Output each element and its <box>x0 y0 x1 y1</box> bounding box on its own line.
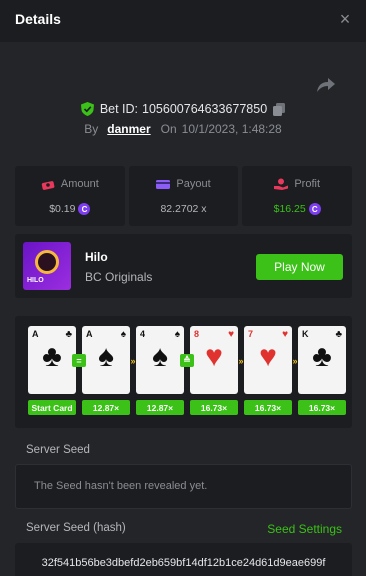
close-icon[interactable]: × <box>336 10 354 28</box>
multiplier-tag: 12.87× <box>82 400 130 415</box>
playing-card: 7 ♥ ♥ <box>244 326 292 394</box>
bet-id-value: 105600764633677850 <box>142 102 268 116</box>
game-provider: BC Originals <box>85 270 153 284</box>
card-suit-small: ♣ <box>65 329 72 340</box>
guess-skip-icon: » <box>130 355 136 366</box>
server-seed-hash-field[interactable]: 32f541b56be3dbefd2eb659bf14df12b1ce24d61… <box>15 543 352 576</box>
card-history[interactable]: A ♣ ♣ Start Card A ♠ ♠ 12.87× = 4 ♠ ♠ 12.87×» 8 ♥ ♥ 16.7… <box>15 316 352 428</box>
amount-stat: Amount $0.19 C <box>15 166 125 226</box>
seed-settings-link[interactable]: Seed Settings <box>267 522 342 536</box>
verified-shield-icon <box>80 102 94 116</box>
bet-id-line: Bet ID: 105600764633677850 <box>0 100 366 118</box>
card-suit-icon: ♠ <box>152 340 168 373</box>
on-label: On <box>160 122 177 136</box>
modal-title: Details <box>15 11 61 27</box>
server-seed-field: The Seed hasn't been revealed yet. <box>15 464 352 509</box>
profit-value: $16.25 <box>273 203 306 215</box>
multiplier-tag: 16.73× <box>190 400 238 415</box>
guess-skip-icon: » <box>292 355 298 366</box>
card-rank: A <box>86 329 93 339</box>
bet-byline: By danmer On 10/1/2023, 1:48:28 <box>0 121 366 137</box>
server-seed-hash-value: 32f541b56be3dbefd2eb659bf14df12b1ce24d61… <box>41 557 326 569</box>
card-suit-small: ♥ <box>282 329 288 340</box>
multiplier-tag: 12.87× <box>136 400 184 415</box>
thumbnail-text: HILO <box>27 277 44 284</box>
card-rank: 8 <box>194 329 200 339</box>
guess-higher-icon: ≙ <box>180 354 194 367</box>
guess-equal-icon: = <box>72 354 86 367</box>
card-rank: K <box>302 329 309 339</box>
card-suit-icon: ♥ <box>205 340 223 373</box>
bet-stats: Amount $0.19 C Payout 82.2702 x Profit $… <box>15 166 353 226</box>
payout-label: Payout <box>176 178 211 190</box>
card-rank: 7 <box>248 329 254 339</box>
card-suit-small: ♠ <box>174 329 180 340</box>
payout-stat: Payout 82.2702 x <box>128 166 239 226</box>
amount-label: Amount <box>60 178 99 190</box>
server-seed-hash-label: Server Seed (hash) <box>26 522 126 534</box>
share-icon[interactable] <box>316 76 336 94</box>
coin-icon: C <box>78 203 91 215</box>
amount-value: $0.19 <box>49 203 76 215</box>
coin-icon: C <box>308 203 321 215</box>
card-suit-small: ♥ <box>228 329 234 340</box>
card-rank: A <box>32 329 39 339</box>
multiplier-tag: 16.73× <box>298 400 346 415</box>
card-rank: 4 <box>140 329 146 339</box>
playing-card: A ♣ ♣ <box>28 326 76 394</box>
copy-icon[interactable] <box>273 102 286 116</box>
game-card: HILO Hilo BC Originals Play Now <box>15 234 352 298</box>
start-card-tag: Start Card <box>28 400 76 415</box>
playing-card: 8 ♥ ♥ <box>190 326 238 394</box>
card-suit-small: ♣ <box>335 329 342 340</box>
card-suit-icon: ♣ <box>312 340 332 373</box>
by-label: By <box>84 122 99 136</box>
money-icon <box>41 180 55 190</box>
playing-card: A ♠ ♠ <box>82 326 130 394</box>
details-header: Details × <box>0 0 366 42</box>
multiplier-tag: 16.73× <box>244 400 292 415</box>
payout-value: 82.2702 x <box>160 203 207 215</box>
hand-coin-icon <box>274 178 289 190</box>
card-suit-icon: ♠ <box>98 340 114 373</box>
username-link[interactable]: danmer <box>107 122 150 136</box>
profit-stat: Profit $16.25 C <box>242 166 353 226</box>
card-icon <box>156 179 171 189</box>
playing-card: K ♣ ♣ <box>298 326 346 394</box>
server-seed-placeholder: The Seed hasn't been revealed yet. <box>34 480 208 492</box>
game-name: Hilo <box>85 250 108 264</box>
play-now-button[interactable]: Play Now <box>256 254 343 280</box>
playing-card: 4 ♠ ♠ <box>136 326 184 394</box>
card-suit-small: ♠ <box>120 329 126 340</box>
bet-id-label: Bet ID: <box>99 102 139 116</box>
guess-skip-icon: » <box>238 355 244 366</box>
bet-datetime: 10/1/2023, 1:48:28 <box>181 122 282 136</box>
game-thumbnail[interactable]: HILO <box>23 242 71 290</box>
card-suit-icon: ♥ <box>259 340 277 373</box>
server-seed-label: Server Seed <box>26 444 90 456</box>
card-suit-icon: ♣ <box>42 340 62 373</box>
profit-label: Profit <box>294 178 321 190</box>
